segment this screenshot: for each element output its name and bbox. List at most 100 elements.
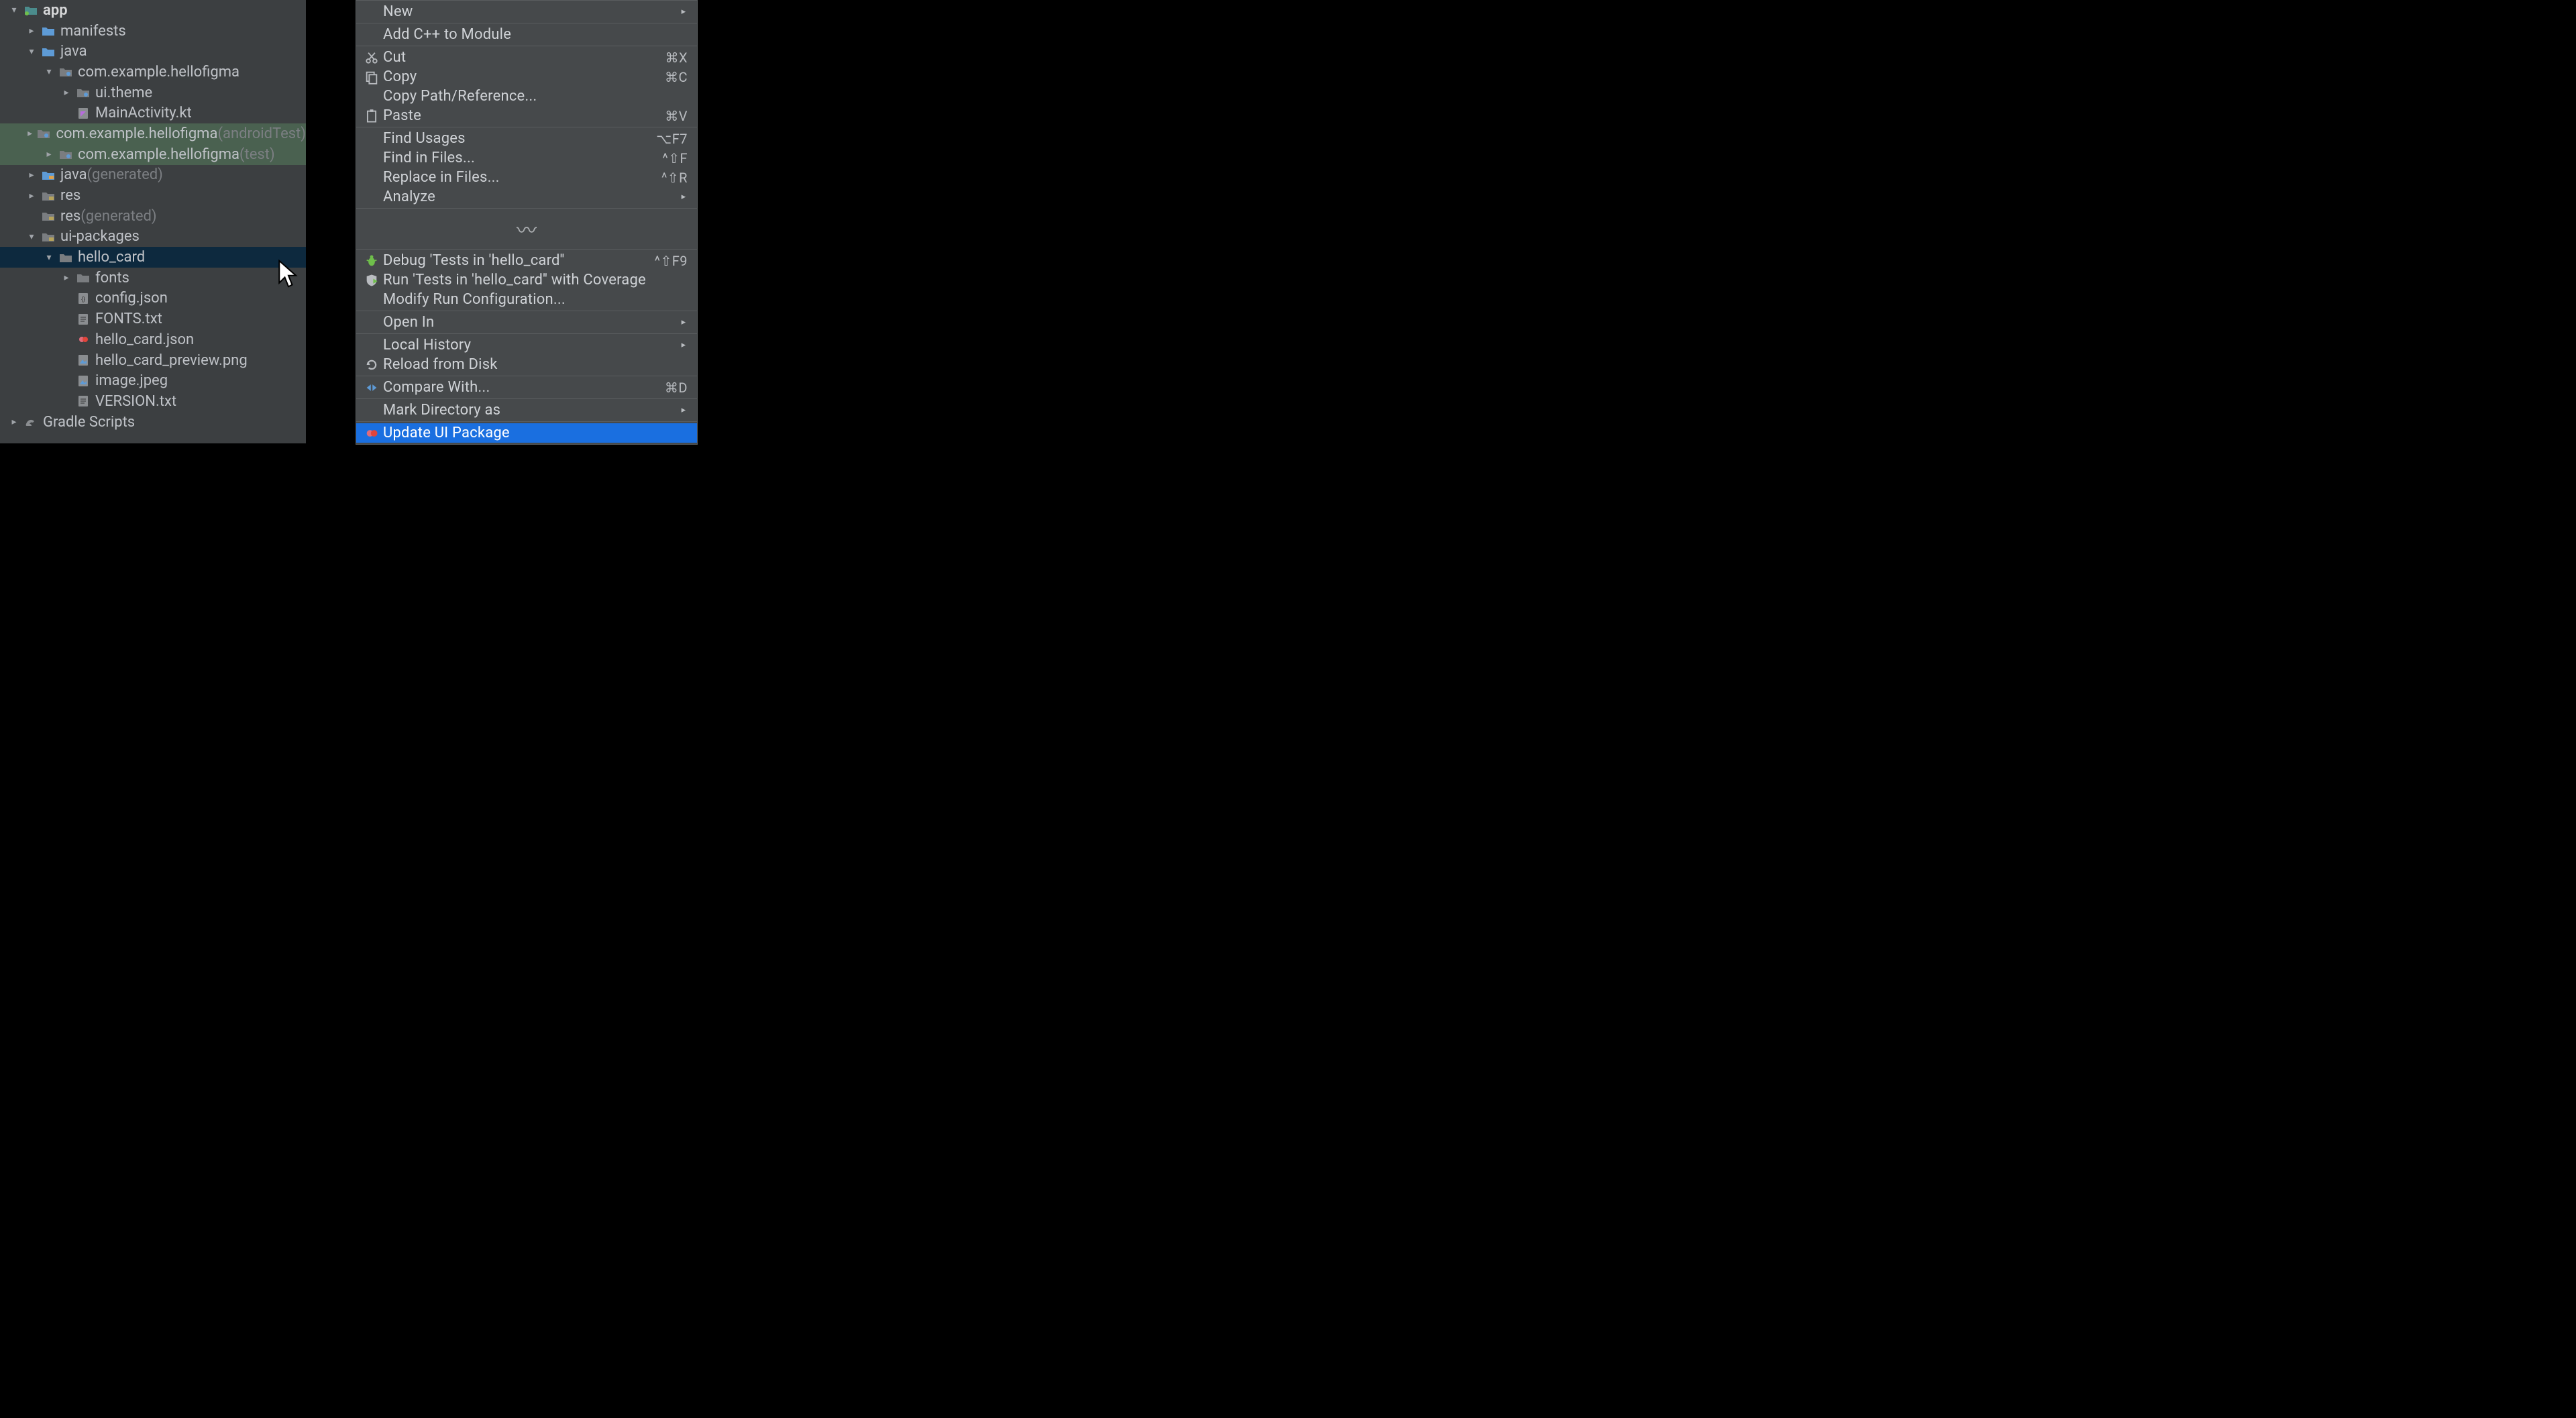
chevron-right-icon[interactable]: ▸ bbox=[25, 190, 38, 202]
blank-icon bbox=[364, 404, 379, 417]
menu-item[interactable]: Analyze▸ bbox=[356, 187, 697, 207]
chevron-down-icon[interactable]: ▾ bbox=[25, 231, 38, 243]
menu-item-label: Find Usages bbox=[383, 130, 656, 147]
menu-item[interactable]: Mark Directory as▸ bbox=[356, 400, 697, 420]
tree-row-suffix: (androidTest) bbox=[217, 125, 306, 142]
blank-icon bbox=[364, 293, 379, 307]
chevron-right-icon[interactable]: ▸ bbox=[60, 272, 72, 284]
tree-row[interactable]: VERSION.txt bbox=[0, 391, 306, 412]
svg-text:{}: {} bbox=[81, 296, 85, 303]
tree-row[interactable]: ▸ui.theme bbox=[0, 83, 306, 103]
menu-item[interactable]: Paste⌘V bbox=[356, 106, 697, 125]
menu-item[interactable]: Run 'Tests in 'hello_card'' with Coverag… bbox=[356, 270, 697, 290]
paste-icon bbox=[364, 109, 379, 123]
menu-item-label: Find in Files... bbox=[383, 150, 662, 166]
tree-row[interactable]: ▸Gradle Scripts bbox=[0, 412, 306, 433]
menu-item-shortcut: ⌘X bbox=[665, 50, 688, 66]
chevron-none-icon bbox=[60, 107, 72, 119]
kotlin-file-icon bbox=[76, 107, 90, 119]
chevron-right-icon[interactable]: ▸ bbox=[8, 416, 20, 428]
menu-item[interactable]: Replace in Files...^⇧R bbox=[356, 168, 697, 187]
tree-row[interactable]: ▸com.example.hellofigma (androidTest) bbox=[0, 123, 306, 144]
coverage-icon bbox=[364, 274, 379, 287]
chevron-down-icon[interactable]: ▾ bbox=[25, 46, 38, 58]
package-folder-icon bbox=[59, 148, 72, 160]
menu-item[interactable]: Copy⌘C bbox=[356, 67, 697, 87]
chevron-right-icon: ▸ bbox=[680, 8, 688, 16]
chevron-right-icon[interactable]: ▸ bbox=[25, 25, 38, 37]
folder-blue-icon bbox=[42, 25, 55, 37]
menu-item[interactable]: New▸ bbox=[356, 2, 697, 21]
image-file-icon bbox=[76, 354, 90, 366]
menu-item-label: Add C++ to Module bbox=[383, 26, 688, 43]
tree-row[interactable]: ▸manifests bbox=[0, 21, 306, 42]
tree-row[interactable]: ▾com.example.hellofigma bbox=[0, 62, 306, 83]
package-folder-icon bbox=[76, 87, 90, 99]
blank-icon bbox=[364, 171, 379, 184]
chevron-down-icon[interactable]: ▾ bbox=[43, 252, 55, 264]
chevron-down-icon[interactable]: ▾ bbox=[8, 4, 20, 16]
menu-item[interactable]: Local History▸ bbox=[356, 335, 697, 355]
json-file-icon: {} bbox=[76, 292, 90, 305]
chevron-right-icon[interactable]: ▸ bbox=[27, 127, 34, 140]
tree-row[interactable]: ▾ui-packages bbox=[0, 227, 306, 248]
menu-item[interactable]: Update UI Package bbox=[356, 423, 697, 443]
menu-item[interactable]: Open In▸ bbox=[356, 313, 697, 332]
menu-item-shortcut: ^⇧F bbox=[662, 150, 688, 166]
menu-item-label: Reload from Disk bbox=[383, 356, 688, 373]
gradle-icon bbox=[24, 416, 38, 428]
tree-row[interactable]: FONTS.txt bbox=[0, 309, 306, 329]
chevron-right-icon: ▸ bbox=[680, 193, 688, 201]
folder-dim-icon bbox=[76, 272, 90, 284]
menu-item[interactable]: Copy Path/Reference... bbox=[356, 87, 697, 106]
tree-row-label: java bbox=[60, 43, 87, 60]
menu-item[interactable]: Modify Run Configuration... bbox=[356, 290, 697, 309]
figma-file-icon bbox=[76, 333, 90, 345]
chevron-right-icon[interactable]: ▸ bbox=[25, 169, 38, 181]
blank-icon bbox=[364, 5, 379, 19]
chevron-none-icon bbox=[60, 333, 72, 345]
menu-item-label: Update UI Package bbox=[383, 425, 688, 441]
tree-row[interactable]: ▸res bbox=[0, 185, 306, 206]
tree-row[interactable]: hello_card.json bbox=[0, 329, 306, 350]
chevron-down-icon[interactable]: ▾ bbox=[43, 66, 55, 78]
tree-row[interactable]: ▾ java bbox=[0, 41, 306, 62]
tree-row[interactable]: ▸ com.example.hellofigma (test) bbox=[0, 144, 306, 165]
menu-item[interactable]: Find in Files...^⇧F bbox=[356, 148, 697, 168]
menu-item[interactable]: Compare With...⌘D bbox=[356, 378, 697, 397]
chevron-none-icon bbox=[60, 313, 72, 325]
menu-item[interactable]: Cut⌘X bbox=[356, 48, 697, 67]
menu-item[interactable]: Add C++ to Module bbox=[356, 25, 697, 44]
menu-item-label: Replace in Files... bbox=[383, 169, 661, 186]
folder-dim-icon bbox=[59, 252, 72, 264]
tree-row[interactable]: MainActivity.kt bbox=[0, 103, 306, 123]
menu-ellipsis-icon: 〰 bbox=[356, 210, 697, 248]
menu-item-label: Copy bbox=[383, 68, 665, 85]
tree-row[interactable]: ▾app bbox=[0, 0, 306, 21]
tree-row[interactable]: ▾hello_card bbox=[0, 247, 306, 268]
tree-row-label: MainActivity.kt bbox=[95, 105, 192, 121]
tree-row-label: hello_card_preview.png bbox=[95, 352, 248, 369]
menu-item[interactable]: Reload from Disk bbox=[356, 355, 697, 374]
tree-row[interactable]: ▸fonts bbox=[0, 268, 306, 288]
tree-row-suffix: (test) bbox=[239, 146, 275, 163]
tree-row-label: FONTS.txt bbox=[95, 311, 162, 327]
chevron-right-icon[interactable]: ▸ bbox=[60, 87, 72, 99]
menu-item-shortcut: ^⇧F9 bbox=[655, 253, 688, 269]
tree-row-label: VERSION.txt bbox=[95, 393, 176, 410]
chevron-right-icon[interactable]: ▸ bbox=[43, 148, 55, 160]
menu-item-label: Run 'Tests in 'hello_card'' with Coverag… bbox=[383, 272, 688, 288]
tree-row[interactable]: ▸java (generated) bbox=[0, 165, 306, 186]
menu-item[interactable]: Find Usages⌥F7 bbox=[356, 129, 697, 148]
folder-res-icon bbox=[42, 190, 55, 202]
tree-row-label: com.example.hellofigma bbox=[78, 146, 239, 163]
tree-row[interactable]: image.jpeg bbox=[0, 370, 306, 391]
folder-res-icon bbox=[42, 231, 55, 243]
folder-gen-icon bbox=[42, 169, 55, 181]
tree-row[interactable]: hello_card_preview.png bbox=[0, 350, 306, 371]
figma-icon bbox=[364, 427, 379, 440]
tree-row[interactable]: res (generated) bbox=[0, 206, 306, 227]
menu-item[interactable]: Debug 'Tests in 'hello_card''^⇧F9 bbox=[356, 251, 697, 270]
copy-icon bbox=[364, 70, 379, 84]
tree-row[interactable]: {}config.json bbox=[0, 288, 306, 309]
